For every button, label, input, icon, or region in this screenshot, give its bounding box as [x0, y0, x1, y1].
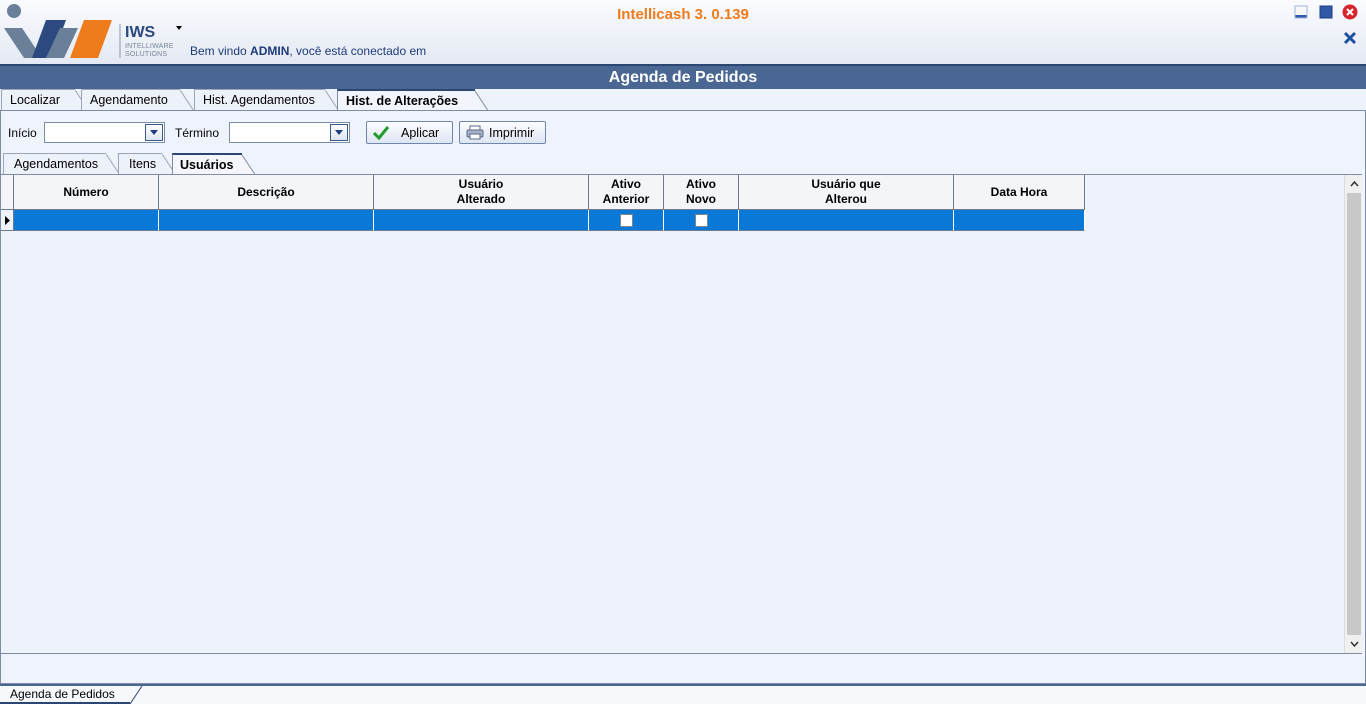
- tab-label: Agendamento: [90, 93, 168, 107]
- inicio-label: Início: [8, 126, 37, 140]
- chevron-down-icon: [150, 130, 158, 135]
- chevron-down-icon: [335, 130, 343, 135]
- scroll-thumb[interactable]: [1347, 193, 1361, 635]
- maximize-button[interactable]: [1318, 5, 1334, 21]
- termino-label: Término: [175, 126, 220, 140]
- column-header-text: Usuário que: [811, 177, 881, 191]
- cell-usuario-que-alterou[interactable]: [739, 210, 954, 231]
- scroll-down-button[interactable]: [1345, 635, 1363, 653]
- close-app-button[interactable]: [1342, 4, 1358, 23]
- column-header-ativo-anterior[interactable]: Ativo Anterior: [589, 175, 664, 210]
- subtab-itens[interactable]: Itens: [118, 153, 176, 175]
- termino-date-input[interactable]: [232, 125, 326, 140]
- scroll-up-button[interactable]: [1345, 175, 1363, 193]
- cell-usuario-alterado[interactable]: [374, 210, 589, 231]
- check-icon: [372, 125, 390, 143]
- tab-label: Localizar: [10, 93, 61, 107]
- grid-vertical-scrollbar[interactable]: [1344, 175, 1362, 653]
- print-label: Imprimir: [489, 126, 535, 140]
- column-header-text: Ativo: [686, 177, 716, 191]
- grid-corner: [1, 175, 14, 210]
- row-indicator-icon: [1, 210, 14, 231]
- tab-localizar[interactable]: Localizar: [1, 89, 89, 111]
- tab-label: Hist. de Alterações: [346, 94, 459, 108]
- close-icon: [1343, 31, 1357, 48]
- welcome-message: Bem vindo ADMIN, você está conectado em: [190, 44, 426, 58]
- subtab-label: Agendamentos: [14, 157, 99, 171]
- tab-agendamento[interactable]: Agendamento: [81, 89, 194, 111]
- apply-button[interactable]: Aplicar: [366, 121, 453, 144]
- column-header-text: Ativo: [610, 177, 641, 191]
- termino-date-combo[interactable]: [229, 122, 350, 143]
- inicio-date-input[interactable]: [47, 125, 141, 140]
- close-window-button[interactable]: [1342, 31, 1358, 47]
- print-button[interactable]: Imprimir: [459, 121, 546, 144]
- maximize-icon: [1319, 5, 1333, 22]
- column-header-text-2: Novo: [686, 192, 716, 206]
- window-title-bar: Agenda de Pedidos: [0, 64, 1366, 89]
- column-header-data-hora[interactable]: Data Hora: [954, 175, 1085, 210]
- subtab-agendamentos[interactable]: Agendamentos: [3, 153, 120, 175]
- chevron-down-icon: [1349, 641, 1359, 647]
- users-history-grid: Número Descrição Usuário Alterado Ativo An…: [1, 174, 1362, 654]
- bottom-tab-bar: Agenda de Pedidos: [0, 686, 1366, 704]
- column-header-text: Número: [63, 184, 109, 199]
- printer-icon: [466, 125, 484, 143]
- termino-dropdown-button[interactable]: [330, 124, 348, 141]
- main-tabs: Localizar Agendamento Hist. Agendamentos…: [0, 89, 1366, 112]
- inicio-date-combo[interactable]: [44, 122, 165, 143]
- logo-subtext-2: SOLUTIONS: [125, 51, 168, 58]
- tab-hist-de-alteracoes[interactable]: Hist. de Alterações: [337, 89, 489, 112]
- subtab-label: Itens: [129, 157, 157, 171]
- cell-numero[interactable]: [14, 210, 159, 231]
- welcome-suffix: , você está conectado em: [289, 44, 427, 58]
- column-header-text: Data Hora: [990, 184, 1048, 199]
- tab-hist-agendamentos[interactable]: Hist. Agendamentos: [194, 89, 339, 111]
- bottom-tab-label: Agenda de Pedidos: [10, 687, 115, 701]
- subtab-usuarios[interactable]: Usuários: [172, 153, 256, 176]
- subtab-label: Usuários: [180, 158, 234, 172]
- ativo-novo-checkbox[interactable]: [694, 213, 708, 227]
- column-header-ativo-novo[interactable]: Ativo Novo: [664, 175, 739, 210]
- tab-label: Hist. Agendamentos: [203, 93, 315, 107]
- bottom-tab-slant: [129, 686, 143, 704]
- inicio-dropdown-button[interactable]: [145, 124, 163, 141]
- column-header-text-2: Alterou: [824, 192, 867, 206]
- app-title: Intellicash 3. 0.139: [617, 6, 749, 23]
- column-header-text: Descrição: [237, 184, 295, 199]
- column-header-text: Usuário: [458, 177, 504, 191]
- welcome-prefix: Bem vindo: [190, 44, 247, 58]
- column-header-usuario-que-alterou[interactable]: Usuário que Alterou: [739, 175, 954, 210]
- cell-ativo-anterior[interactable]: [589, 210, 664, 231]
- close-circle-icon: [1342, 4, 1358, 23]
- column-header-numero[interactable]: Número: [14, 175, 159, 210]
- welcome-user: ADMIN: [250, 44, 290, 58]
- ativo-anterior-checkbox[interactable]: [619, 213, 633, 227]
- logo-subtext-1: INTELLIWARE: [125, 43, 174, 50]
- column-header-usuario-alterado[interactable]: Usuário Alterado: [374, 175, 589, 210]
- app-header: IWS INTELLIWARE SOLUTIONS Bem vindo ADMI…: [0, 0, 1366, 64]
- chevron-up-icon: [1349, 181, 1359, 187]
- cell-data-hora[interactable]: [954, 210, 1085, 231]
- bottom-tab-agenda-de-pedidos[interactable]: Agenda de Pedidos: [0, 686, 130, 704]
- column-header-descricao[interactable]: Descrição: [159, 175, 374, 210]
- logo-text: IWS: [125, 24, 156, 41]
- column-header-text-2: Anterior: [602, 192, 650, 206]
- minimize-icon: [1294, 5, 1308, 22]
- column-header-text-2: Alterado: [456, 192, 506, 206]
- minimize-button[interactable]: [1293, 5, 1309, 21]
- cell-descricao[interactable]: [159, 210, 374, 231]
- cell-ativo-novo[interactable]: [664, 210, 739, 231]
- logo-menu-arrow-icon[interactable]: [176, 26, 182, 30]
- apply-label: Aplicar: [401, 126, 440, 140]
